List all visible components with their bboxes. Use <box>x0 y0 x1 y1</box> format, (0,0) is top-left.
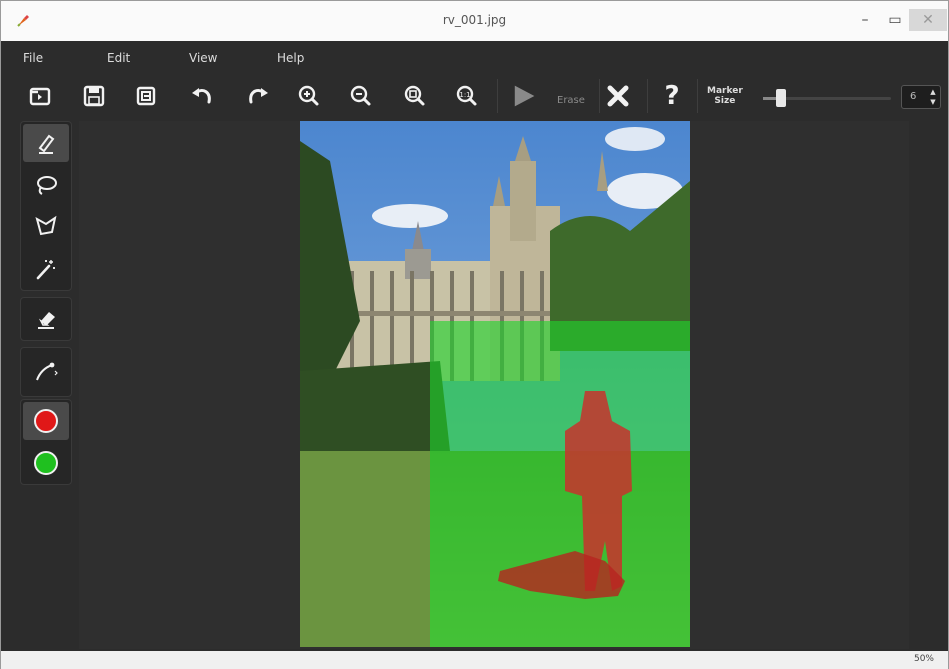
eraser-icon[interactable] <box>23 300 69 338</box>
spin-arrows[interactable]: ▲ ▼ <box>928 87 938 107</box>
window-title: rv_001.jpg <box>442 13 507 27</box>
green-marker-dot <box>34 451 58 475</box>
maximize-button[interactable]: ▭ <box>881 9 909 31</box>
slider-handle[interactable] <box>775 89 786 107</box>
redo-icon[interactable] <box>243 81 273 111</box>
marker-size-value: 6 <box>910 91 917 102</box>
marker-size-slider[interactable] <box>763 89 891 107</box>
marker-size-spinbox[interactable]: 6 ▲ ▼ <box>901 85 941 109</box>
marker-label-line-1: Marker <box>707 86 743 96</box>
toolbar-separator <box>647 79 648 113</box>
eraser-tool-group <box>20 297 72 341</box>
menu-bar: File Edit View Help <box>15 45 935 71</box>
lasso-icon[interactable] <box>23 166 69 204</box>
toolbar-separator <box>497 79 498 113</box>
marker-size-label: Marker Size <box>707 86 743 106</box>
tool-panel <box>18 121 74 651</box>
red-marker-dot <box>34 409 58 433</box>
polygon-lasso-icon[interactable] <box>23 208 69 246</box>
title-bar: rv_001.jpg – ▭ ✕ <box>1 1 948 41</box>
toolbar-separator <box>697 79 698 113</box>
open-folder-icon[interactable] <box>25 81 55 111</box>
red-marker[interactable] <box>23 402 69 440</box>
slider-fill <box>763 97 776 100</box>
zoom-out-icon[interactable] <box>345 81 375 111</box>
marker-color-group <box>20 399 72 485</box>
undo-icon[interactable] <box>187 81 217 111</box>
status-bar: 50% <box>1 651 948 669</box>
app-window: rv_001.jpg – ▭ ✕ File Edit View Help 1:1… <box>0 0 949 669</box>
toolbar: 1:1 Erase ? Marker Size 6 ▲ ▼ <box>15 73 945 119</box>
clear-icon[interactable] <box>603 81 633 111</box>
vertical-scrollbar[interactable] <box>911 121 941 649</box>
menu-help[interactable]: Help <box>277 51 304 65</box>
zoom-in-icon[interactable] <box>293 81 323 111</box>
marker-label-line-2: Size <box>714 96 736 106</box>
menu-file[interactable]: File <box>23 51 43 65</box>
play-icon <box>514 85 535 107</box>
zoom-reset-icon[interactable]: 1:1 <box>451 81 481 111</box>
line-icon[interactable] <box>23 353 69 391</box>
pencil-icon[interactable] <box>23 124 69 162</box>
zoom-fit-icon[interactable] <box>399 81 429 111</box>
toolbar-separator <box>599 79 600 113</box>
photo-canvas[interactable] <box>300 121 690 647</box>
magic-wand-icon[interactable] <box>23 250 69 288</box>
erase-label: Erase <box>557 95 585 106</box>
green-marker[interactable] <box>23 444 69 482</box>
save-icon[interactable] <box>79 81 109 111</box>
menu-edit[interactable]: Edit <box>107 51 130 65</box>
save-as-icon[interactable] <box>131 81 161 111</box>
menu-view[interactable]: View <box>189 51 217 65</box>
svg-text:1:1: 1:1 <box>459 91 470 99</box>
minimize-button[interactable]: – <box>851 9 879 31</box>
close-button[interactable]: ✕ <box>909 9 947 31</box>
help-icon[interactable]: ? <box>657 81 687 111</box>
line-tool-group <box>20 347 72 397</box>
zoom-status: 50% <box>913 654 934 664</box>
selection-tool-group <box>20 121 72 291</box>
photo-image <box>300 121 690 647</box>
erase-button[interactable] <box>509 81 599 111</box>
